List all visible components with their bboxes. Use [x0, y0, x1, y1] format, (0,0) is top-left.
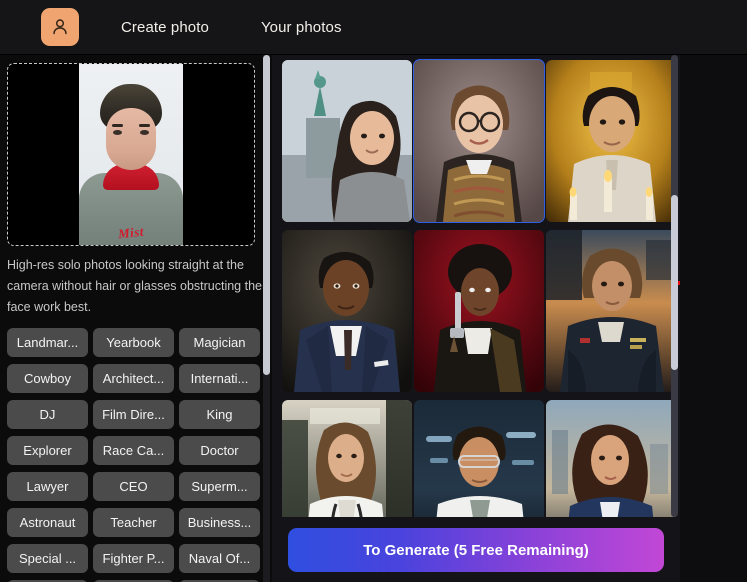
right-empty-area	[680, 55, 747, 582]
generated-photo-gallery	[272, 55, 680, 517]
portrait-face	[106, 108, 156, 170]
left-panel-scrollbar[interactable]	[263, 55, 270, 582]
photo-upload-dropzone[interactable]: Mist	[7, 63, 255, 246]
style-chip[interactable]: Architect...	[93, 364, 174, 393]
style-chip[interactable]: Business...	[179, 508, 260, 537]
style-chip[interactable]: Teacher	[93, 508, 174, 537]
style-chip[interactable]: Naval Of...	[179, 544, 260, 573]
nav-item-create-photo[interactable]: Create photo	[121, 19, 209, 36]
style-chip[interactable]: CEO	[93, 472, 174, 501]
style-chip[interactable]: Astronaut	[7, 508, 88, 537]
portrait-brow-left	[112, 124, 123, 127]
doctor-hospital-portrait-photo[interactable]	[282, 400, 412, 517]
gallery-scrollbar-thumb[interactable]	[671, 195, 678, 370]
generate-button[interactable]: To Generate (5 Free Remaining)	[288, 528, 664, 572]
style-chip[interactable]: Doctor	[179, 436, 260, 465]
app-header: Create photo Your photos	[0, 0, 747, 55]
style-chip[interactable]: Superm...	[179, 472, 260, 501]
style-chip[interactable]: Lawyer	[7, 472, 88, 501]
nav-item-your-photos[interactable]: Your photos	[261, 19, 342, 36]
style-chip[interactable]: Magician	[179, 328, 260, 357]
upload-hint-text: High-res solo photos looking straight at…	[7, 258, 262, 314]
left-panel-scrollbar-thumb[interactable]	[263, 55, 270, 375]
style-chip[interactable]: Explorer	[7, 436, 88, 465]
portrait-brow-right	[139, 124, 150, 127]
main-nav: Create photo Your photos	[79, 19, 342, 36]
style-chip[interactable]: King	[179, 400, 260, 429]
military-pilot-portrait-photo[interactable]	[546, 230, 676, 392]
footer-bar: To Generate (5 Free Remaining)	[272, 517, 680, 582]
style-chip[interactable]: Internati...	[179, 364, 260, 393]
golden-altar-portrait-photo[interactable]	[546, 60, 676, 222]
style-chip[interactable]: Cowboy	[7, 364, 88, 393]
style-chip[interactable]: Special ...	[7, 544, 88, 573]
yearbook-portrait-photo[interactable]	[413, 59, 545, 223]
app-window: Create photo Your photos Mist High-res s…	[0, 0, 747, 582]
style-chip[interactable]: Film Dire...	[93, 400, 174, 429]
photo-grid	[282, 59, 676, 517]
gallery-scrollbar[interactable]	[671, 55, 678, 517]
statue-of-liberty-tourist-photo[interactable]	[282, 60, 412, 222]
style-chip[interactable]: Fighter P...	[93, 544, 174, 573]
style-chip[interactable]: DJ	[7, 400, 88, 429]
uploaded-portrait-photo: Mist	[79, 64, 183, 245]
style-chip[interactable]: Yearbook	[93, 328, 174, 357]
red-backdrop-revolver-photo[interactable]	[414, 230, 544, 392]
style-chip[interactable]: Race Ca...	[93, 436, 174, 465]
style-chip[interactable]: Landmar...	[7, 328, 88, 357]
portrait-eye-right	[140, 130, 149, 135]
hoodie-graphic-text: Mist	[117, 223, 145, 242]
person-avatar-icon[interactable]	[41, 8, 79, 46]
left-sidebar: Mist High-res solo photos looking straig…	[0, 55, 272, 582]
scientist-lab-portrait-photo[interactable]	[414, 400, 544, 517]
navy-suit-portrait-photo[interactable]	[282, 230, 412, 392]
portrait-eye-left	[113, 130, 122, 135]
businesswoman-city-portrait-photo[interactable]	[546, 400, 676, 517]
style-chip-grid: Landmar... Yearbook Magician Cowboy Arch…	[7, 328, 260, 582]
